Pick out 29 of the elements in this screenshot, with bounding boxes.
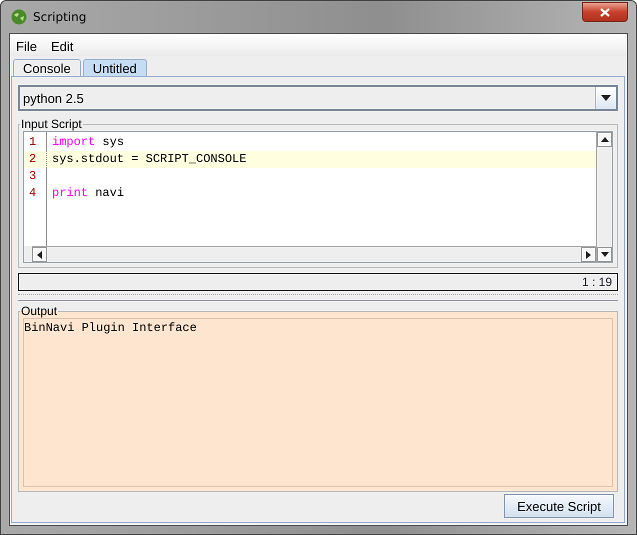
execute-script-button[interactable]: Execute Script: [504, 494, 614, 518]
line-number: 4: [24, 185, 47, 202]
line-number: 2: [24, 151, 47, 168]
scroll-left-icon: [37, 250, 42, 258]
line-number: 3: [24, 168, 47, 185]
scroll-up-icon: [600, 137, 608, 142]
code-line: print navi: [51, 185, 126, 202]
current-line-highlight: sys.stdout = SCRIPT_CONSOLE: [47, 151, 596, 168]
menu-item[interactable]: Edit: [50, 38, 74, 54]
window-title: Scripting: [33, 10, 86, 24]
output-text: BinNavi Plugin Interface: [23, 318, 613, 487]
caret-position: 1 : 19: [582, 275, 612, 289]
vertical-scrollbar[interactable]: [596, 132, 612, 262]
split-pane-divider[interactable]: [18, 294, 618, 301]
group-title: Output: [20, 304, 58, 318]
code-line: import sys: [51, 134, 126, 151]
globe-icon: [11, 9, 27, 25]
tab[interactable]: Console: [13, 59, 81, 76]
scroll-right-icon: [586, 250, 591, 258]
menu-item[interactable]: File: [16, 38, 37, 54]
scroll-down-icon: [600, 252, 608, 257]
tab[interactable]: Untitled: [82, 59, 147, 76]
close-button[interactable]: [582, 2, 628, 22]
code-editor[interactable]: 1 import sys 2 sys.stdout = SCRIPT_CONSOLE 3 4 print navi: [24, 132, 596, 246]
horizontal-scrollbar[interactable]: [32, 246, 596, 262]
group-title: Input Script: [20, 117, 83, 131]
language-dropdown[interactable]: python 2.5: [18, 85, 618, 111]
close-icon: [600, 8, 610, 16]
dropdown-arrow-icon: [601, 95, 611, 101]
